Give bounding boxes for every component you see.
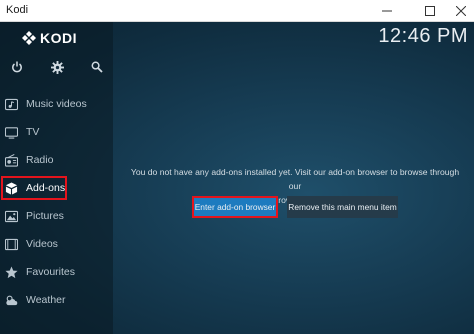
window-titlebar[interactable]: Kodi [0,0,474,22]
close-button[interactable] [448,0,474,21]
sidebar-item-label: Pictures [26,210,64,222]
sidebar-item-pictures[interactable]: Pictures [0,202,113,230]
radio-icon [3,152,19,168]
music-video-icon [3,96,19,112]
maximize-icon [425,5,435,16]
window-title: Kodi [6,4,29,16]
sidebar-item-favourites[interactable]: Favourites [0,258,113,286]
kodi-home-screen: KODI Music videos TV Radio Add-ons Pictu… [0,22,474,334]
enter-addon-browser-button[interactable]: Enter add-on browser [192,196,278,218]
kodi-logo-icon [22,31,36,45]
minimize-button[interactable] [370,0,404,21]
sidebar-item-label: Music videos [26,98,87,110]
sidebar: KODI Music videos TV Radio Add-ons Pictu… [0,22,113,334]
minimize-icon [382,10,392,11]
sidebar-item-label: TV [26,126,40,138]
pictures-icon [3,208,19,224]
sidebar-item-label: Add-ons [26,182,66,194]
sidebar-item-add-ons[interactable]: Add-ons [0,174,113,202]
search-button[interactable] [88,58,106,76]
message-line-1: You do not have any add-ons installed ye… [130,167,460,191]
weather-icon [3,292,19,308]
search-icon [91,61,103,73]
sidebar-item-label: Weather [26,294,66,306]
main-menu: Music videos TV Radio Add-ons Pictures V… [0,90,113,314]
clock: 12:46 PM [378,25,468,47]
power-icon [12,61,22,73]
star-icon [3,264,19,280]
sidebar-item-music-videos[interactable]: Music videos [0,90,113,118]
sidebar-item-weather[interactable]: Weather [0,286,113,314]
sidebar-item-radio[interactable]: Radio [0,146,113,174]
sidebar-item-label: Favourites [26,266,76,278]
kodi-logo: KODI [22,28,77,48]
maximize-button[interactable] [413,0,447,21]
addons-box-icon [3,180,19,196]
settings-button[interactable] [48,58,66,76]
sidebar-item-tv[interactable]: TV [0,118,113,146]
sidebar-item-videos[interactable]: Videos [0,230,113,258]
videos-icon [3,236,19,252]
remove-main-menu-item-button[interactable]: Remove this main menu item [287,196,398,218]
sidebar-item-label: Radio [26,154,54,166]
close-icon [456,5,466,16]
sidebar-item-label: Videos [26,238,58,250]
tv-icon [3,124,19,140]
kodi-logo-text: KODI [40,30,77,46]
power-button[interactable] [8,58,26,76]
kodi-window: Kodi KODI Music videos TV Radio Add-ons … [0,0,474,334]
settings-gear-icon [50,60,64,74]
